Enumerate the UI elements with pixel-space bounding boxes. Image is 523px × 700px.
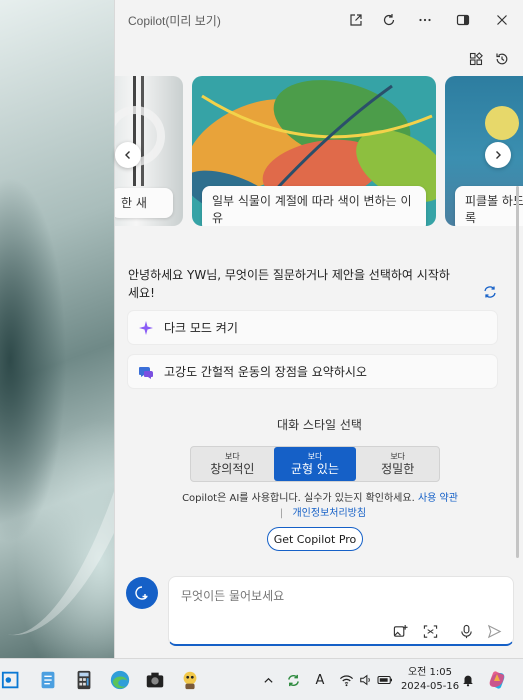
- screenshot-button[interactable]: [420, 621, 440, 641]
- copilot-panel: Copilot(미리 보기) 한 새 일부 식물이 계절에 따라 색이 변하는 …: [114, 0, 523, 658]
- refresh-arrows-icon: [484, 286, 496, 298]
- style-label: 균형 있는: [291, 461, 339, 476]
- clock-date: 2024-05-16: [400, 681, 460, 692]
- sync-status-icon-button[interactable]: [284, 671, 302, 689]
- more-options-button[interactable]: [413, 8, 437, 32]
- bell-icon: [463, 675, 473, 687]
- history-clock-icon: [496, 53, 508, 65]
- taskbar-app-character[interactable]: [178, 668, 202, 692]
- card-caption: 일부 식물이 계절에 따라 색이 변하는 이유: [202, 186, 426, 226]
- close-icon: [497, 15, 507, 25]
- window-title: Copilot(미리 보기): [128, 14, 221, 28]
- open-external-icon: [350, 14, 362, 26]
- style-prefix: 보다: [307, 451, 323, 461]
- chat-input-box: [168, 576, 514, 646]
- battery-button[interactable]: [376, 671, 394, 689]
- character-app-icon: [183, 671, 197, 690]
- send-button[interactable]: [484, 621, 504, 641]
- snip-tool-icon: [1, 671, 19, 689]
- copilot-taskbar-button[interactable]: [486, 669, 508, 691]
- sparkle-icon: [139, 320, 153, 335]
- volume-button[interactable]: [357, 671, 375, 689]
- style-prefix: 보다: [390, 451, 406, 461]
- conversation-style-selector: 보다 창의적인 보다 균형 있는 보다 정밀한: [190, 446, 440, 482]
- card-caption: 피클볼 하도록: [455, 186, 523, 226]
- new-chat-icon: [135, 586, 148, 600]
- notifications-button[interactable]: [459, 671, 477, 689]
- history-button[interactable]: [491, 48, 513, 70]
- link-separator: |: [279, 508, 284, 519]
- taskbar-app-snipping[interactable]: [0, 668, 24, 692]
- style-prefix: 보다: [224, 451, 240, 461]
- microphone-icon: [460, 624, 472, 638]
- suggestion-label: 다크 모드 켜기: [164, 321, 238, 335]
- carousel-card[interactable]: 일부 식물이 계절에 따라 색이 변하는 이유: [192, 76, 436, 226]
- sync-icon: [287, 674, 299, 686]
- terms-of-use-link[interactable]: 사용 약관: [418, 493, 458, 504]
- disclaimer-text: Copilot은 AI를 사용합니다. 실수가 있는지 확인하세요.: [182, 493, 415, 504]
- wifi-icon: [339, 674, 353, 686]
- camera-app-icon: [146, 672, 164, 688]
- plugins-button[interactable]: [465, 48, 487, 70]
- new-topic-button[interactable]: [126, 577, 158, 609]
- chat-input[interactable]: [181, 587, 481, 605]
- taskbar-app-calculator[interactable]: [72, 668, 96, 692]
- microphone-button[interactable]: [456, 621, 476, 641]
- carousel-next-button[interactable]: [485, 142, 511, 168]
- open-in-new-window-button[interactable]: [344, 8, 368, 32]
- wifi-button[interactable]: [337, 671, 355, 689]
- speaker-icon: [360, 674, 370, 686]
- dock-panel-button[interactable]: [451, 8, 475, 32]
- chevron-up-icon: [263, 677, 273, 683]
- chat-bubbles-icon: [139, 366, 153, 379]
- refresh-button[interactable]: [377, 8, 401, 32]
- battery-icon: [377, 675, 392, 685]
- scrollbar[interactable]: [516, 186, 519, 558]
- greeting-message: 안녕하세요 YW님, 무엇이든 질문하거나 제안을 선택하여 시작하세요!: [128, 268, 450, 300]
- privacy-policy-link[interactable]: 개인정보처리방침: [292, 508, 366, 519]
- carousel-prev-button[interactable]: [115, 142, 141, 168]
- chevron-left-icon: [125, 151, 130, 159]
- clock-time: 오전 1:05: [407, 667, 453, 678]
- style-balanced-button[interactable]: 보다 균형 있는: [273, 447, 357, 481]
- panel-layout-icon: [456, 14, 470, 26]
- screenshot-crop-icon: [423, 624, 437, 638]
- refresh-suggestions-button[interactable]: [480, 282, 500, 302]
- taskbar-app-notepad[interactable]: [36, 668, 60, 692]
- discover-carousel: 한 새 일부 식물이 계절에 따라 색이 변하는 이유 피클볼 하도록: [115, 74, 523, 239]
- carousel-card[interactable]: 피클볼 하도록: [445, 76, 523, 226]
- close-button[interactable]: [490, 8, 514, 32]
- style-creative-button[interactable]: 보다 창의적인: [191, 447, 274, 481]
- taskbar-app-edge[interactable]: [108, 668, 132, 692]
- image-add-icon: [393, 624, 408, 637]
- get-copilot-pro-button[interactable]: Get Copilot Pro: [267, 527, 363, 551]
- chevron-right-icon: [496, 151, 501, 159]
- card-caption: 한 새: [115, 188, 173, 218]
- system-clock[interactable]: 오전 1:05 2024-05-16: [400, 666, 460, 694]
- ai-disclaimer: Copilot은 AI를 사용합니다. 실수가 있는지 확인하세요. 사용 약관…: [155, 491, 485, 521]
- calculator-icon: [77, 670, 91, 690]
- desktop-wallpaper: [0, 0, 212, 658]
- edge-browser-icon: [110, 670, 130, 690]
- input-method-indicator[interactable]: A: [311, 671, 329, 689]
- taskbar-app-camera[interactable]: [143, 668, 167, 692]
- notepad-icon: [41, 671, 55, 689]
- refresh-icon: [383, 14, 395, 26]
- suggestion-chip[interactable]: 다크 모드 켜기: [128, 311, 497, 344]
- copilot-logo-icon: [489, 671, 505, 689]
- send-arrow-icon: [487, 624, 501, 638]
- style-precise-button[interactable]: 보다 정밀한: [356, 447, 439, 481]
- show-hidden-icons-button[interactable]: [259, 671, 277, 689]
- add-image-button[interactable]: [390, 621, 410, 641]
- more-dots-icon: [419, 18, 431, 22]
- apps-grid-icon: [469, 52, 483, 66]
- suggestion-label: 고강도 간헐적 운동의 장점을 요약하시오: [164, 365, 367, 379]
- suggestion-chip[interactable]: 고강도 간헐적 운동의 장점을 요약하시오: [128, 355, 497, 388]
- title-bar: Copilot(미리 보기): [115, 0, 523, 40]
- style-label: 정밀한: [381, 461, 415, 476]
- style-label: 창의적인: [210, 461, 255, 476]
- conversation-style-title: 대화 스타일 선택: [277, 418, 362, 432]
